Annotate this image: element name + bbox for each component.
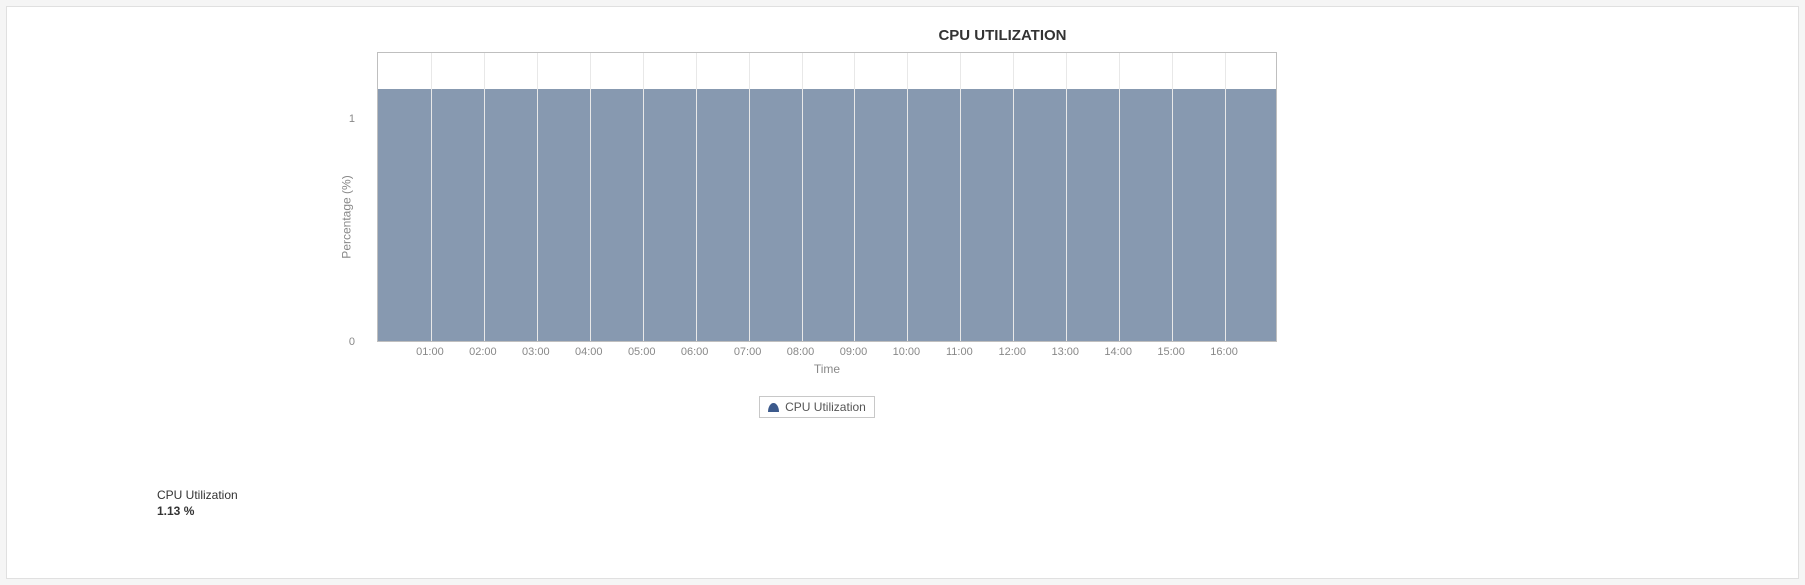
gridline [749,53,750,341]
plot-area[interactable] [377,52,1277,342]
chart-panel: CPU UTILIZATION Percentage (%) 01 01:000… [6,6,1799,579]
legend-row: CPU Utilization [347,382,1287,418]
x-tick-label: 16:00 [1210,346,1238,358]
x-tick-label: 11:00 [946,346,973,358]
x-tick-label: 01:00 [416,346,444,358]
gridline [590,53,591,341]
x-tick-label: 15:00 [1157,346,1185,358]
y-axis-label: Percentage (%) [340,175,354,258]
x-tick-label: 02:00 [469,346,497,358]
gridline [1172,53,1173,341]
x-tick-label: 12:00 [999,346,1027,358]
gridline [960,53,961,341]
gridline [431,53,432,341]
x-tick-label: 09:00 [840,346,868,358]
gridline [1066,53,1067,341]
x-tick-label: 08:00 [787,346,815,358]
gridline [1013,53,1014,341]
x-tick-label: 07:00 [734,346,762,358]
x-tick-label: 06:00 [681,346,709,358]
chart-wrapper: Percentage (%) 01 01:0002:0003:0004:0005… [347,52,1287,382]
y-tick-label: 1 [335,113,355,125]
chart-title: CPU UTILIZATION [227,27,1778,44]
gridline [802,53,803,341]
x-tick-label: 14:00 [1104,346,1132,358]
gridline [537,53,538,341]
x-tick-label: 05:00 [628,346,656,358]
gridline [1119,53,1120,341]
series-area [378,89,1276,341]
legend-label: CPU Utilization [785,400,866,414]
x-axis-ticks: 01:00 02:00 03:00 04:00 05:00 06:00 07:00 08:00… [377,342,1277,360]
gridline [643,53,644,341]
y-tick-label: 0 [335,336,355,348]
x-tick-label: 10:00 [893,346,921,358]
gridline [907,53,908,341]
x-axis-label: Time [377,362,1277,376]
x-tick-label: 03:00 [522,346,550,358]
stat-block: CPU Utilization 1.13 % [157,488,238,518]
stat-label: CPU Utilization [157,488,238,502]
legend-item[interactable]: CPU Utilization [759,396,875,418]
x-tick-label: 04:00 [575,346,603,358]
gridline [1225,53,1226,341]
gridline [696,53,697,341]
gridline [854,53,855,341]
x-tick-label: 13:00 [1051,346,1079,358]
area-icon [768,403,779,412]
stat-value: 1.13 % [157,504,238,518]
gridline [484,53,485,341]
